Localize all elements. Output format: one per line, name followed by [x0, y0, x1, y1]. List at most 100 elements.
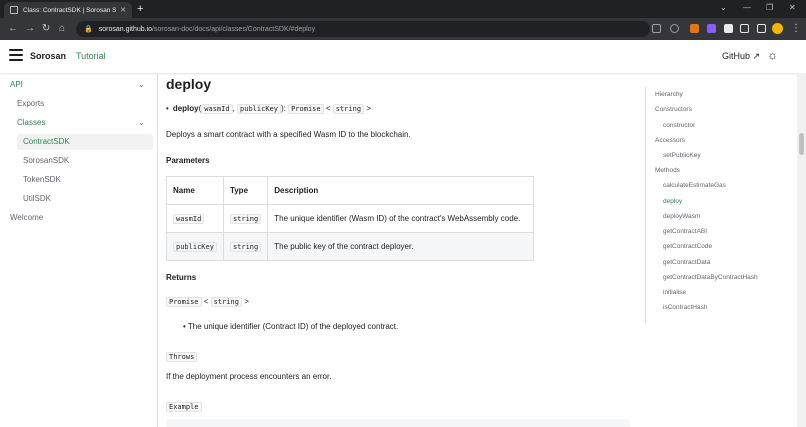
param-type: string: [229, 214, 262, 224]
sig-lt: <: [325, 104, 331, 113]
parameters-table: Name Type Description wasmId string The …: [166, 176, 534, 261]
minimize-button[interactable]: —: [743, 2, 751, 14]
lock-icon: 🔒: [84, 26, 93, 33]
theme-toggle-icon[interactable]: ☼: [767, 49, 778, 61]
table-of-contents: Hierarchy Constructors constructor Acces…: [645, 87, 795, 323]
col-type-header: Type: [222, 176, 269, 205]
param-type: string: [229, 242, 262, 252]
home-button[interactable]: ⌂: [59, 22, 65, 36]
col-name-header: Name: [166, 176, 224, 205]
toc-item-getcontractabi[interactable]: getContractABI: [663, 228, 707, 235]
docs-sidebar: API ⌄ Exports Classes ⌄ ContractSDK Soro…: [0, 73, 158, 427]
sidebar-item-exports[interactable]: Exports: [17, 96, 44, 112]
tab-search-icon[interactable]: ⌄: [720, 2, 727, 14]
tab-manager-icon[interactable]: [740, 24, 749, 33]
profile-avatar[interactable]: [772, 23, 783, 34]
table-cell: string: [222, 204, 269, 233]
side-panel-icon[interactable]: [757, 24, 766, 33]
toc-item-calculateestimategas[interactable]: calculateEstimateGas: [663, 182, 726, 189]
param-name: publicKey: [173, 242, 217, 252]
nav-link-github[interactable]: GitHub ↗: [722, 51, 760, 62]
method-description: Deploys a smart contract with a specifie…: [166, 130, 411, 139]
table-cell: publicKey: [166, 232, 224, 261]
toc-item-initialise[interactable]: initialise: [663, 289, 686, 296]
bullet: •: [183, 322, 186, 331]
returns-heading: Returns: [166, 273, 197, 282]
toc-item-getcontractcode[interactable]: getContractCode: [663, 243, 712, 250]
method-signature: • deploy(wasmId, publicKey): Promise < st…: [166, 104, 371, 114]
browser-menu-icon[interactable]: ⋮: [791, 22, 801, 36]
sidebar-item-sorosansdk[interactable]: SorosanSDK: [23, 153, 69, 169]
toc-item-deploywasm[interactable]: deployWasm: [663, 213, 700, 220]
hamburger-menu-icon[interactable]: [9, 49, 23, 61]
param-description: The unique identifier (Wasm ID) of the c…: [267, 204, 534, 233]
close-window-button[interactable]: ✕: [789, 2, 796, 14]
back-button[interactable]: ←: [8, 22, 18, 36]
returns-list-item: • The unique identifier (Contract ID) of…: [183, 322, 398, 331]
sig-gt: >: [366, 104, 371, 113]
page-scrollbar[interactable]: [797, 73, 806, 427]
signature-name: deploy: [172, 104, 199, 113]
browser-tab-bar: Class: ContractSDK | Sorosan SD ✕ + ⌄ — …: [0, 0, 806, 18]
sidebar-item-welcome[interactable]: Welcome: [10, 210, 43, 226]
bookmark-star-icon[interactable]: [670, 24, 679, 33]
toc-item-getcontractdata[interactable]: getContractData: [663, 259, 710, 266]
nav-link-tutorial[interactable]: Tutorial: [76, 51, 106, 61]
example-label: Example: [166, 396, 202, 414]
returns-gt: >: [244, 297, 249, 306]
sidebar-item-utilsdk[interactable]: UtilSDK: [23, 191, 51, 207]
table-cell: string: [222, 232, 269, 261]
browser-tab[interactable]: Class: ContractSDK | Sorosan SD ✕: [4, 2, 132, 18]
sidebar-category-api[interactable]: API: [10, 77, 23, 93]
sig-return-type: Promise: [288, 104, 324, 114]
toc-item-accessors[interactable]: Accessors: [655, 137, 685, 144]
sig-paren-close: ):: [280, 104, 286, 113]
site-brand[interactable]: Sorosan: [30, 51, 66, 61]
share-icon[interactable]: [652, 24, 661, 33]
new-tab-button[interactable]: +: [137, 2, 143, 16]
sidebar-item-contractsdk[interactable]: ContractSDK: [17, 134, 153, 150]
address-bar[interactable]: 🔒 sorosan.github.io/sorosan-doc/docs/api…: [76, 21, 650, 37]
param-name: wasmId: [173, 214, 205, 224]
scrollbar-thumb[interactable]: [799, 133, 804, 155]
toc-item-deploy[interactable]: deploy: [663, 198, 682, 205]
table-row: wasmId string The unique identifier (Was…: [166, 204, 534, 233]
returns-type: Promise < string >: [166, 297, 249, 307]
reload-button[interactable]: ↻: [42, 22, 50, 36]
toc-item-methods[interactable]: Methods: [655, 167, 680, 174]
table-row: publicKey string The public key of the c…: [166, 232, 534, 261]
sig-param-wasmid: wasmId: [201, 104, 233, 114]
toc-item-getcontractdatabycontracthash[interactable]: getContractDataByContractHash: [663, 274, 758, 281]
forward-button[interactable]: →: [25, 22, 35, 36]
toc-item-hierarchy[interactable]: Hierarchy: [655, 91, 683, 98]
toc-item-constructor[interactable]: constructor: [663, 122, 695, 129]
toc-item-constructors[interactable]: Constructors: [655, 106, 692, 113]
returns-type-inner: string: [210, 297, 242, 307]
toc-item-setpublickey[interactable]: setPublicKey: [663, 152, 701, 159]
example-code-block: [166, 419, 630, 427]
sig-comma: ,: [232, 104, 235, 113]
sidebar-item-tokensdk[interactable]: TokenSDK: [23, 172, 61, 188]
tab-title: Class: ContractSDK | Sorosan SD: [23, 6, 117, 14]
param-description: The public key of the contract deployer.: [267, 232, 534, 261]
url-host: sorosan.github.io: [98, 25, 153, 33]
returns-type-outer: Promise: [166, 297, 202, 307]
throws-code: Throws: [166, 352, 198, 362]
url-text: sorosan.github.io/sorosan-doc/docs/api/c…: [99, 26, 315, 33]
throws-description: If the deployment process encounters an …: [166, 372, 332, 381]
extension-icon[interactable]: [707, 24, 716, 33]
restore-button[interactable]: ❐: [766, 2, 773, 14]
col-description-header: Description: [267, 176, 534, 205]
tab-close-icon[interactable]: ✕: [120, 6, 126, 14]
sig-param-publickey: publicKey: [237, 104, 281, 114]
toc-item-iscontracthash[interactable]: isContractHash: [663, 304, 707, 311]
page-title: deploy: [166, 76, 212, 92]
metamask-extension-icon[interactable]: [690, 24, 699, 33]
chevron-down-icon[interactable]: ⌄: [138, 118, 145, 127]
puzzle-extensions-icon[interactable]: [724, 24, 733, 33]
table-cell: wasmId: [166, 204, 224, 233]
sidebar-category-classes[interactable]: Classes: [17, 115, 45, 131]
sig-return-inner: string: [332, 104, 365, 114]
tab-favicon-icon: [10, 6, 18, 14]
chevron-down-icon[interactable]: ⌄: [138, 80, 145, 89]
